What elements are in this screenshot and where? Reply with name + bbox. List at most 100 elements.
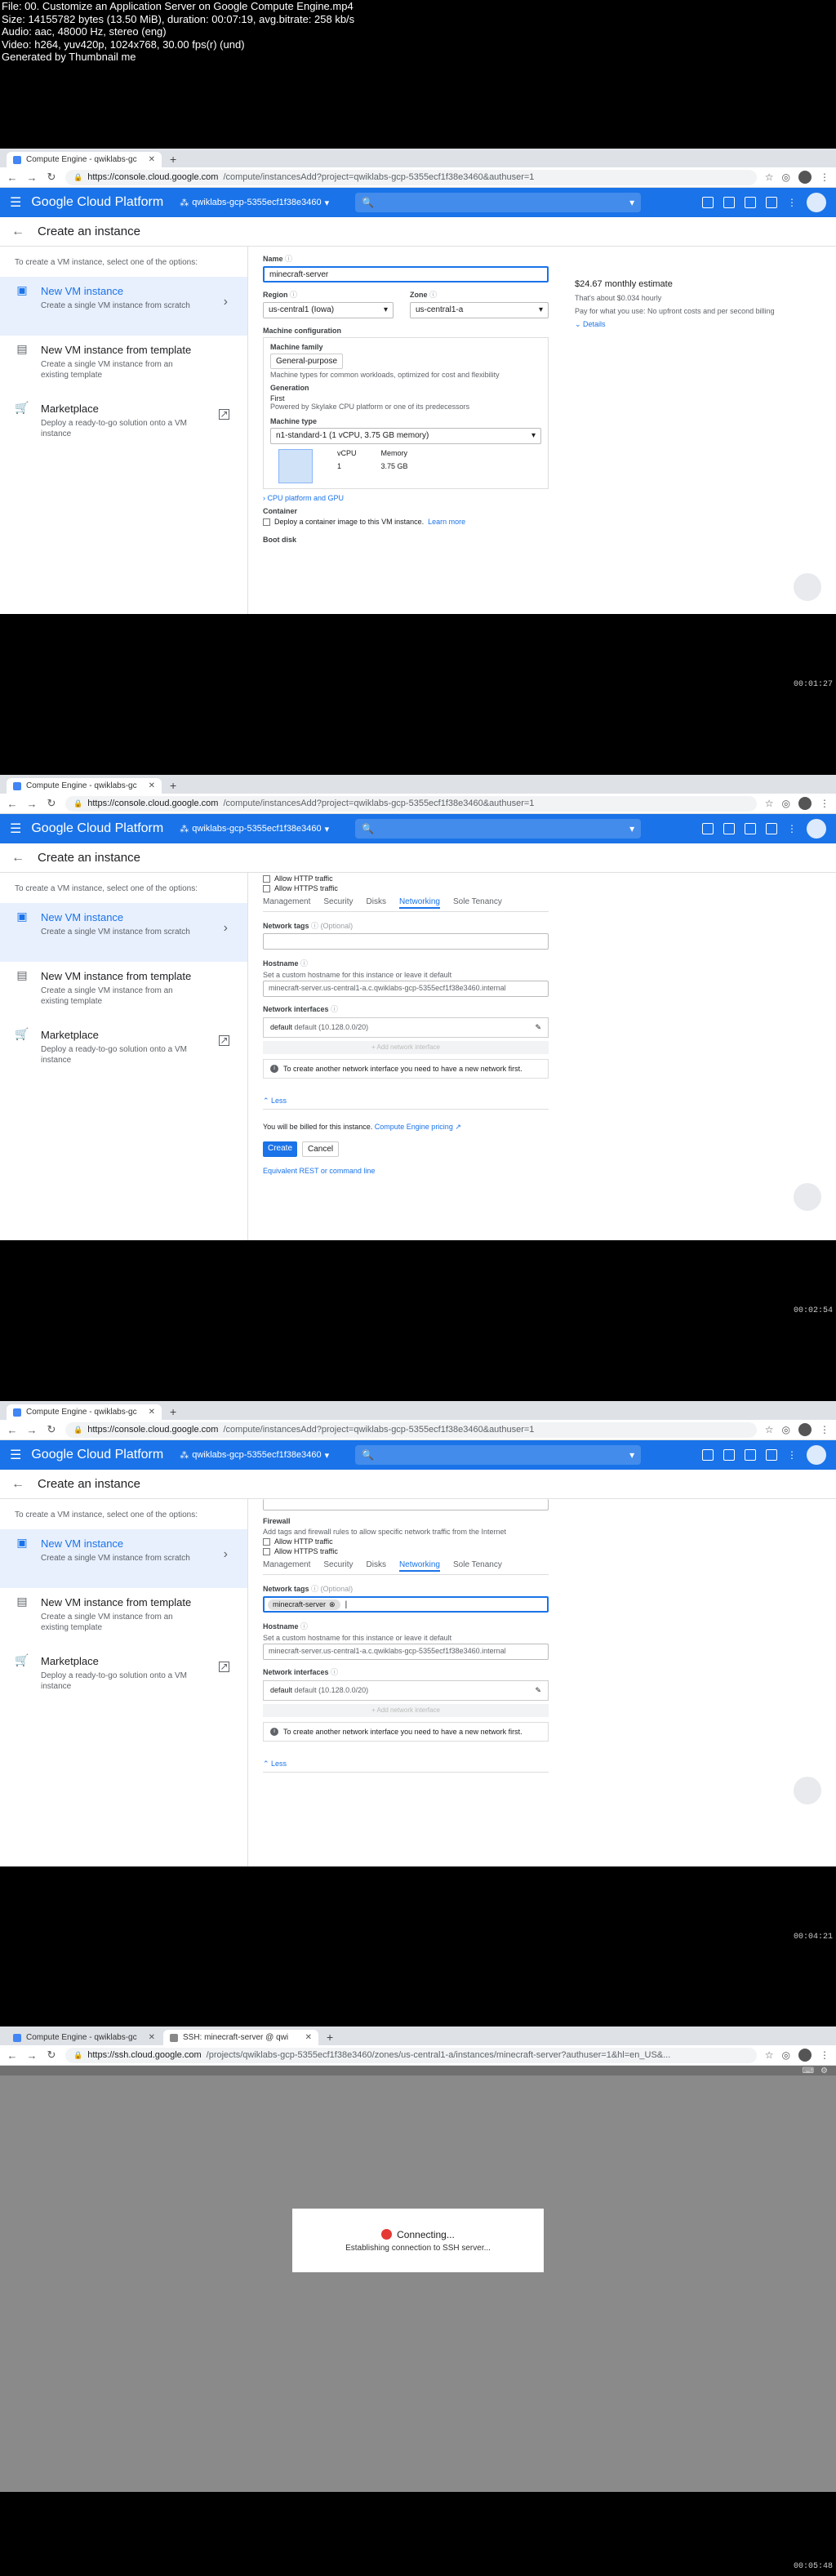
- more-icon[interactable]: ⋮: [820, 171, 829, 183]
- gcp-title[interactable]: Google Cloud Platform: [31, 1448, 163, 1462]
- network-tags-input[interactable]: minecraft-server ⊗ |: [263, 1596, 549, 1613]
- option-new-vm[interactable]: ▣ New VM instance Create a single VM insta…: [0, 1529, 247, 1588]
- http-checkbox[interactable]: Allow HTTP traffic: [263, 1537, 821, 1546]
- create-button[interactable]: Create: [263, 1141, 298, 1157]
- network-interface-row[interactable]: default default (10.128.0.0/20) ✎: [263, 1680, 549, 1701]
- close-icon[interactable]: ✕: [149, 781, 155, 790]
- avatar[interactable]: [798, 797, 812, 810]
- back-icon[interactable]: ←: [7, 171, 18, 184]
- learn-more-link[interactable]: Learn more: [428, 518, 465, 526]
- back-arrow-icon[interactable]: ←: [11, 851, 24, 865]
- help-icon[interactable]: ⓘ: [311, 1585, 318, 1593]
- help-icon[interactable]: ⓘ: [290, 291, 297, 299]
- notifications-icon[interactable]: [766, 823, 777, 834]
- more-icon[interactable]: ⋮: [820, 798, 829, 809]
- hostname-field[interactable]: minecraft-server.us-central1-a.c.qwiklab…: [263, 1644, 549, 1660]
- more-icon[interactable]: ⋮: [820, 1424, 829, 1435]
- extension-icon[interactable]: ◎: [782, 1424, 790, 1435]
- star-icon[interactable]: ☆: [765, 1424, 774, 1435]
- forward-icon[interactable]: →: [26, 171, 38, 184]
- machine-type-select[interactable]: n1-standard-1 (1 vCPU, 3.75 GB memory) ▾: [270, 428, 541, 444]
- cancel-button[interactable]: Cancel: [302, 1141, 340, 1157]
- account-avatar[interactable]: [807, 193, 826, 212]
- help-icon[interactable]: [745, 1449, 756, 1461]
- assistant-fab[interactable]: [794, 1777, 821, 1804]
- tab-networking[interactable]: Networking: [398, 1560, 440, 1572]
- gear-icon[interactable]: ⚙: [820, 2067, 828, 2075]
- network-tags-input[interactable]: [263, 933, 549, 950]
- new-tab-button[interactable]: +: [163, 1405, 183, 1420]
- search-input[interactable]: 🔍 ▾: [355, 193, 642, 212]
- tab-sole-tenancy[interactable]: Sole Tenancy: [453, 1560, 502, 1572]
- edit-icon[interactable]: ✎: [535, 1023, 541, 1032]
- more-icon[interactable]: ⋮: [787, 1449, 797, 1461]
- hostname-field[interactable]: minecraft-server.us-central1-a.c.qwiklab…: [263, 981, 549, 997]
- cpu-platform-link[interactable]: › CPU platform and GPU: [263, 494, 549, 502]
- forward-icon[interactable]: →: [26, 1424, 38, 1436]
- option-marketplace[interactable]: 🛒 Marketplace Deploy a ready-to-go solutio…: [0, 1647, 247, 1706]
- close-icon[interactable]: ✕: [149, 155, 155, 164]
- browser-tab[interactable]: Compute Engine - qwiklabs-gc ✕: [7, 152, 162, 167]
- less-toggle[interactable]: ⌃ Less: [263, 1760, 549, 1773]
- search-input[interactable]: 🔍 ▾: [355, 819, 642, 839]
- forward-icon[interactable]: →: [26, 2049, 38, 2062]
- zone-select[interactable]: us-central1-a ▾: [410, 302, 549, 318]
- remove-tag-icon[interactable]: ⊗: [329, 1600, 336, 1609]
- reload-icon[interactable]: ↻: [46, 1423, 57, 1436]
- tab-security[interactable]: Security: [323, 897, 353, 909]
- option-from-template[interactable]: ▤ New VM instance from template Create a s…: [0, 962, 247, 1021]
- more-icon[interactable]: ⋮: [787, 197, 797, 208]
- project-selector[interactable]: ⁂ qwiklabs-gcp-5355ecf1f38e3460 ▾: [180, 198, 329, 208]
- help-icon[interactable]: ⓘ: [331, 1668, 338, 1676]
- browser-tab[interactable]: Compute Engine - qwiklabs-gc ✕: [7, 778, 162, 794]
- menu-icon[interactable]: ☰: [10, 194, 21, 211]
- help-icon[interactable]: ⓘ: [331, 1005, 338, 1013]
- notifications-icon[interactable]: [766, 197, 777, 208]
- gcp-title[interactable]: Google Cloud Platform: [31, 195, 163, 210]
- account-avatar[interactable]: [807, 1445, 826, 1465]
- container-checkbox[interactable]: Deploy a container image to this VM inst…: [263, 518, 549, 526]
- new-tab-button[interactable]: +: [163, 153, 183, 167]
- more-icon[interactable]: ⋮: [820, 2049, 829, 2061]
- avatar[interactable]: [798, 1423, 812, 1436]
- avatar[interactable]: [798, 2049, 812, 2062]
- url-field[interactable]: 🔒 https://console.cloud.google.com/comput…: [65, 169, 757, 185]
- account-avatar[interactable]: [807, 819, 826, 839]
- support-icon[interactable]: [723, 823, 735, 834]
- tab-sole-tenancy[interactable]: Sole Tenancy: [453, 897, 502, 909]
- general-purpose-tab[interactable]: General-purpose: [270, 354, 344, 369]
- help-icon[interactable]: ⓘ: [285, 255, 292, 263]
- url-field[interactable]: 🔒 https://ssh.cloud.google.com/projects/q…: [65, 2047, 757, 2063]
- option-from-template[interactable]: ▤ New VM instance from template Create a s…: [0, 336, 247, 394]
- back-arrow-icon[interactable]: ←: [11, 225, 24, 239]
- help-icon[interactable]: [745, 197, 756, 208]
- extension-icon[interactable]: ◎: [782, 2049, 790, 2061]
- browser-tab-ssh[interactable]: SSH: minecraft-server @ qwi ✕: [163, 2030, 318, 2045]
- star-icon[interactable]: ☆: [765, 2049, 774, 2061]
- option-new-vm[interactable]: ▣ New VM instance Create a single VM insta…: [0, 903, 247, 962]
- assistant-fab[interactable]: [794, 1183, 821, 1211]
- back-icon[interactable]: ←: [7, 1424, 18, 1436]
- add-interface-button[interactable]: + Add network interface: [263, 1704, 549, 1717]
- reload-icon[interactable]: ↻: [46, 2049, 57, 2062]
- option-marketplace[interactable]: 🛒 Marketplace Deploy a ready-to-go solutio…: [0, 1021, 247, 1079]
- help-icon[interactable]: ⓘ: [300, 1622, 308, 1631]
- forward-icon[interactable]: →: [26, 798, 38, 810]
- https-checkbox[interactable]: Allow HTTPS traffic: [263, 884, 821, 892]
- close-icon[interactable]: ✕: [305, 2033, 312, 2042]
- tab-disks[interactable]: Disks: [367, 897, 386, 909]
- support-icon[interactable]: [723, 1449, 735, 1461]
- notifications-icon[interactable]: [766, 1449, 777, 1461]
- new-tab-button[interactable]: +: [163, 779, 183, 794]
- region-select[interactable]: us-central1 (Iowa) ▾: [263, 302, 394, 318]
- gcp-title[interactable]: Google Cloud Platform: [31, 821, 163, 836]
- avatar[interactable]: [798, 171, 812, 184]
- back-icon[interactable]: ←: [7, 798, 18, 810]
- option-new-vm[interactable]: ▣ New VM instance Create a single VM insta…: [0, 277, 247, 336]
- help-icon[interactable]: ⓘ: [300, 959, 308, 968]
- pricing-link[interactable]: Compute Engine pricing: [375, 1123, 453, 1131]
- project-selector[interactable]: ⁂ qwiklabs-gcp-5355ecf1f38e3460 ▾: [180, 824, 329, 834]
- tab-management[interactable]: Management: [263, 1560, 310, 1572]
- url-field[interactable]: 🔒 https://console.cloud.google.com/comput…: [65, 795, 757, 812]
- extension-icon[interactable]: ◎: [782, 798, 790, 809]
